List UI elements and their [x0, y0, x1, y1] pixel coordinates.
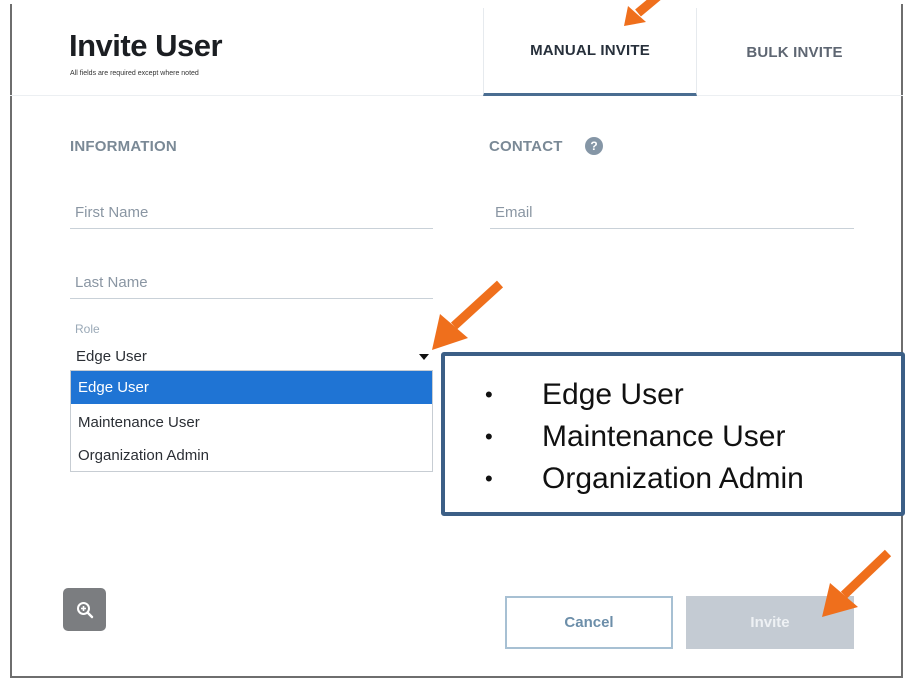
last-name-field[interactable]	[70, 272, 433, 299]
email-field[interactable]	[490, 202, 854, 229]
role-option-organization-admin[interactable]: Organization Admin	[71, 439, 432, 472]
tab-bulk-invite[interactable]: BULK INVITE	[712, 8, 877, 96]
zoom-in-button[interactable]	[63, 588, 106, 631]
zoom-in-icon	[76, 601, 93, 618]
role-select[interactable]: Edge User	[70, 343, 433, 371]
callout-item: Organization Admin	[485, 458, 804, 500]
screenshot: Invite User All fields are required exce…	[0, 0, 907, 683]
page-title: Invite User	[69, 28, 223, 63]
role-label: Role	[75, 322, 100, 336]
contact-section-label: CONTACT	[489, 138, 563, 155]
callout-item: Maintenance User	[485, 416, 804, 458]
callout-item: Edge User	[485, 374, 804, 416]
arrow-icon	[432, 280, 504, 350]
information-section-label: INFORMATION	[70, 138, 177, 155]
role-option-edge-user[interactable]: Edge User	[71, 371, 432, 404]
page-subtitle: All fields are required except where not…	[70, 70, 199, 77]
roles-callout: Edge User Maintenance User Organization …	[441, 352, 905, 516]
first-name-field[interactable]	[70, 202, 433, 229]
role-dropdown-list: Edge User Maintenance User Organization …	[70, 370, 433, 472]
cancel-button[interactable]: Cancel	[505, 596, 673, 649]
arrow-icon	[822, 549, 892, 617]
question-circle-icon[interactable]: ?	[585, 137, 603, 155]
role-option-maintenance-user[interactable]: Maintenance User	[71, 406, 432, 439]
arrow-icon	[624, 0, 661, 26]
role-selected-value: Edge User	[76, 348, 147, 365]
